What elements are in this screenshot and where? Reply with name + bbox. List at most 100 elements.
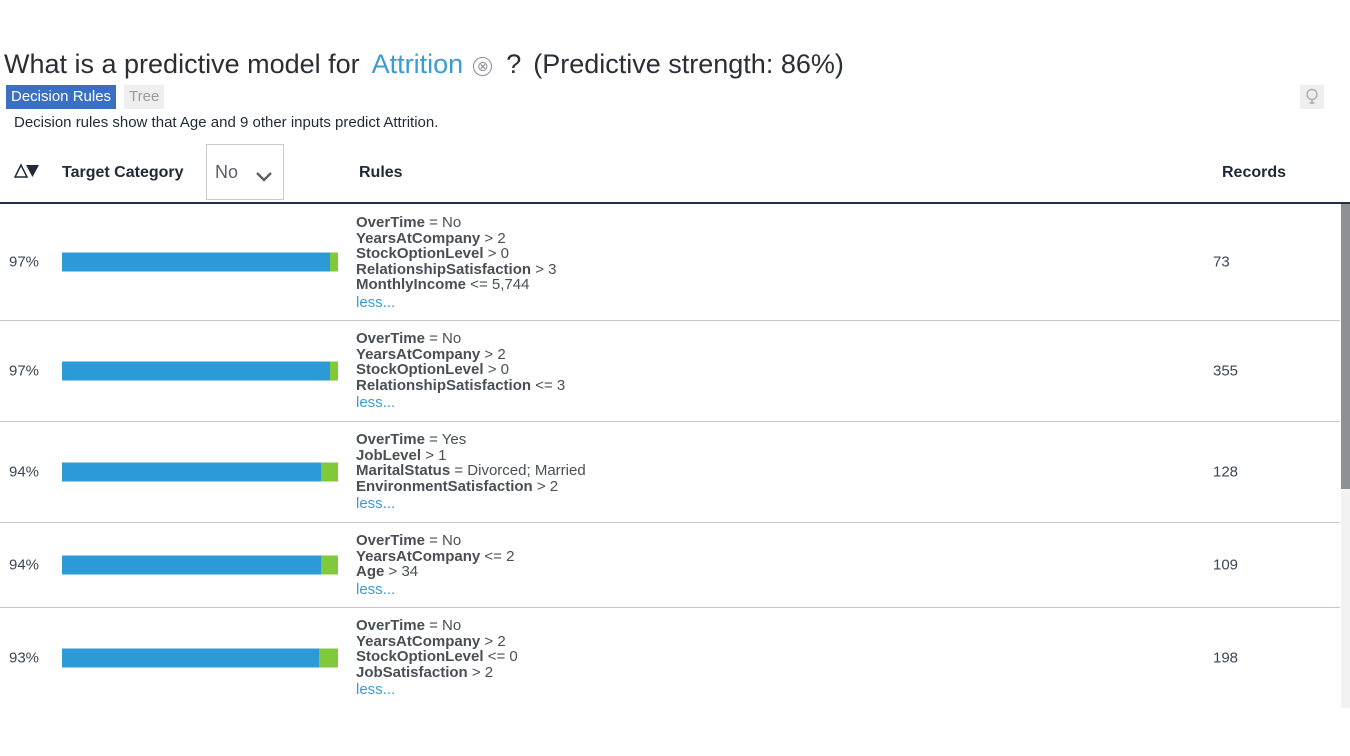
- confidence-bar-fill: [62, 462, 322, 482]
- rule-condition: YearsAtCompany <= 2: [356, 547, 515, 565]
- rule-conditions: OverTime = No YearsAtCompany > 2 StockOp…: [356, 215, 556, 311]
- tab-tree[interactable]: Tree: [124, 85, 165, 109]
- rule-condition: YearsAtCompany > 2: [356, 229, 556, 247]
- table-row[interactable]: 93% OverTime = No YearsAtCompany > 2 Sto…: [0, 608, 1340, 708]
- rule-operator-value: > 2: [532, 477, 559, 495]
- confidence-bar: [62, 252, 338, 272]
- rule-field: MaritalStatus: [356, 462, 451, 480]
- confidence-bar-remainder: [329, 361, 338, 381]
- rule-operator-value: = No: [424, 532, 462, 549]
- tab-decision-rules[interactable]: Decision Rules: [6, 85, 117, 109]
- rule-condition: RelationshipSatisfaction <= 3: [356, 376, 565, 394]
- rule-field: YearsAtCompany: [356, 632, 481, 650]
- title-question-mark: ?: [506, 48, 522, 79]
- rule-field: RelationshipSatisfaction: [356, 376, 532, 394]
- rule-condition: StockOptionLevel > 0: [356, 362, 565, 378]
- table-row[interactable]: 97% OverTime = No YearsAtCompany > 2 Sto…: [0, 321, 1340, 422]
- confidence-bar: [62, 462, 338, 482]
- rule-operator-value: = Divorced; Married: [450, 462, 586, 480]
- title-prefix: What is a predictive model for: [4, 48, 360, 79]
- confidence-percent: 97%: [9, 362, 40, 380]
- vertical-scrollbar[interactable]: [1341, 204, 1350, 708]
- rule-field: YearsAtCompany: [356, 345, 481, 363]
- rule-field: OverTime: [356, 431, 425, 448]
- rule-field: OverTime: [356, 330, 425, 347]
- confidence-percent: 93%: [9, 649, 40, 667]
- confidence-bar-fill: [62, 555, 322, 575]
- rule-operator-value: > 34: [384, 563, 419, 581]
- rule-condition: StockOptionLevel <= 0: [356, 649, 518, 665]
- rule-field: StockOptionLevel: [356, 245, 484, 263]
- rules-table-body: 97% OverTime = No YearsAtCompany > 2 Sto…: [0, 204, 1340, 708]
- rule-field: YearsAtCompany: [356, 229, 481, 247]
- confidence-bar-fill: [62, 361, 330, 381]
- records-count: 198: [1213, 649, 1239, 667]
- confidence-bar: [62, 361, 338, 381]
- rule-operator-value: <= 2: [480, 547, 515, 565]
- confidence-bar-remainder: [321, 555, 338, 575]
- confidence-percent: 94%: [9, 556, 40, 574]
- less-link[interactable]: less...: [356, 582, 514, 598]
- table-row[interactable]: 94% OverTime = Yes JobLevel > 1 MaritalS…: [0, 422, 1340, 523]
- rule-operator-value: = No: [424, 617, 462, 634]
- rule-operator-value: > 0: [483, 245, 509, 263]
- table-row[interactable]: 97% OverTime = No YearsAtCompany > 2 Sto…: [0, 204, 1340, 321]
- rule-operator-value: = Yes: [424, 431, 467, 448]
- rule-condition: MonthlyIncome <= 5,744: [356, 277, 556, 293]
- lightbulb-icon[interactable]: [1300, 85, 1324, 109]
- less-link[interactable]: less...: [356, 395, 565, 411]
- rule-operator-value: > 2: [480, 229, 506, 247]
- records-count: 128: [1213, 463, 1239, 481]
- target-field-link[interactable]: Attrition: [372, 49, 464, 80]
- confidence-percent: 97%: [9, 253, 40, 271]
- rule-condition: JobLevel > 1: [356, 446, 586, 464]
- records-count: 355: [1213, 362, 1239, 380]
- rule-condition: JobSatisfaction > 2: [356, 663, 518, 681]
- rule-operator-value: > 0: [483, 361, 509, 379]
- clear-target-icon[interactable]: ⊗: [473, 56, 493, 76]
- rule-condition: Age > 34: [356, 564, 514, 580]
- chevron-down-icon: [255, 167, 273, 188]
- rule-condition: YearsAtCompany > 2: [356, 345, 565, 363]
- rule-operator-value: > 2: [480, 632, 506, 650]
- confidence-percent: 94%: [9, 463, 40, 481]
- table-row[interactable]: 94% OverTime = No YearsAtCompany <= 2 Ag…: [0, 523, 1340, 608]
- rule-operator-value: > 2: [480, 345, 506, 363]
- rule-field: OverTime: [356, 214, 425, 231]
- rule-field: JobLevel: [356, 446, 422, 464]
- confidence-bar: [62, 555, 338, 575]
- rule-operator-value: <= 0: [483, 648, 518, 666]
- rule-field: OverTime: [356, 617, 425, 634]
- rule-condition: OverTime = Yes: [356, 432, 586, 448]
- rule-operator-value: > 3: [531, 260, 557, 278]
- rule-condition: OverTime = No: [356, 215, 556, 231]
- confidence-bar-fill: [62, 648, 319, 668]
- rules-header: Rules: [359, 164, 403, 181]
- rule-conditions: OverTime = No YearsAtCompany <= 2 Age > …: [356, 533, 514, 597]
- records-header: Records: [1222, 164, 1287, 181]
- confidence-bar-remainder: [321, 462, 338, 482]
- target-category-dropdown[interactable]: No: [206, 144, 284, 200]
- model-summary: Decision rules show that Age and 9 other…: [14, 114, 439, 131]
- rule-operator-value: = No: [424, 330, 462, 347]
- rule-operator-value: = No: [424, 214, 462, 231]
- less-link[interactable]: less...: [356, 682, 518, 698]
- confidence-bar-remainder: [329, 252, 338, 272]
- rule-field: Age: [356, 563, 385, 581]
- scrollbar-thumb[interactable]: [1341, 204, 1350, 489]
- rule-condition: MaritalStatus = Divorced; Married: [356, 463, 586, 479]
- view-tabs: Decision Rules Tree: [6, 85, 165, 109]
- rule-conditions: OverTime = Yes JobLevel > 1 MaritalStatu…: [356, 432, 586, 512]
- rule-field: JobSatisfaction: [356, 663, 468, 681]
- less-link[interactable]: less...: [356, 496, 586, 512]
- rule-condition: OverTime = No: [356, 618, 518, 634]
- rule-operator-value: > 2: [467, 663, 494, 681]
- rule-condition: YearsAtCompany > 2: [356, 632, 518, 650]
- less-link[interactable]: less...: [356, 295, 556, 311]
- sort-toggle-icon[interactable]: [13, 162, 40, 182]
- rule-condition: StockOptionLevel > 0: [356, 246, 556, 262]
- rule-field: RelationshipSatisfaction: [356, 260, 532, 278]
- rule-condition: EnvironmentSatisfaction > 2: [356, 477, 586, 495]
- predictive-strength: (Predictive strength: 86%): [533, 48, 844, 79]
- rule-operator-value: <= 5,744: [466, 276, 530, 294]
